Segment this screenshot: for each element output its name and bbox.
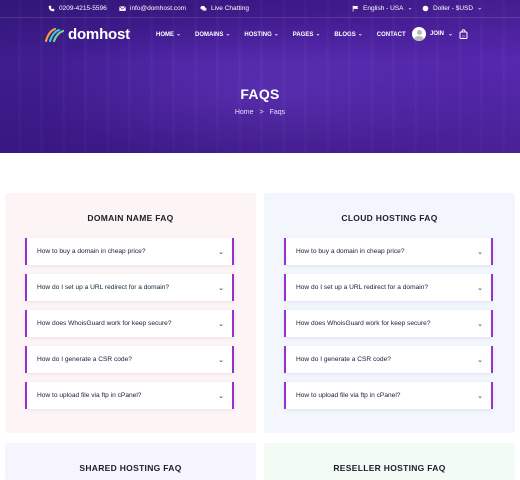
- chevron-down-icon: ⌄: [448, 31, 454, 37]
- avatar: [412, 27, 426, 41]
- top-bar: 0209-4215-5596 info@domhost.com Live Cha…: [0, 0, 520, 18]
- faq-question[interactable]: How do I set up a URL redirect for a dom…: [284, 274, 493, 301]
- email-link[interactable]: info@domhost.com: [119, 5, 186, 12]
- faq-question[interactable]: How does WhoisGuard work for keep secure…: [284, 310, 493, 337]
- currency-label: Doller - $USD: [433, 5, 474, 12]
- envelope-icon: [119, 6, 126, 11]
- flag-icon: [352, 5, 359, 12]
- currency-icon: [422, 5, 429, 12]
- chevron-down-icon: ⌄: [407, 5, 413, 12]
- faq-section-shared-hosting: SHARED HOSTING FAQ: [5, 443, 256, 480]
- section-title: SHARED HOSTING FAQ: [79, 463, 182, 473]
- faq-section-reseller-hosting: RESELLER HOSTING FAQ: [264, 443, 515, 480]
- chevron-down-icon: ⌄: [218, 248, 224, 256]
- live-chat-label: Live Chatting: [211, 5, 249, 12]
- chevron-down-icon: ⌄: [218, 392, 224, 400]
- join-menu[interactable]: JOIN ⌄: [412, 27, 453, 41]
- chevron-down-icon: ⌄: [273, 31, 279, 38]
- nav-menu: HOME ⌄ DOMAINS ⌄ HOSTING ⌄ PAGES ⌄ BLOGS ⌄ CO…: [156, 31, 420, 38]
- faq-question[interactable]: How do I generate a CSR code? ⌄: [284, 346, 493, 373]
- faq-question[interactable]: How does WhoisGuard work for keep secure…: [25, 310, 234, 337]
- nav-item-hosting[interactable]: HOSTING ⌄: [244, 31, 278, 38]
- chevron-down-icon: ⌄: [176, 31, 182, 38]
- chevron-down-icon: ⌄: [477, 320, 483, 328]
- language-label: English - USA: [363, 5, 404, 12]
- chevron-down-icon: ⌄: [315, 31, 321, 38]
- brand-logo[interactable]: domhost: [44, 26, 130, 43]
- faq-question[interactable]: How to buy a domain in cheap price? ⌄: [284, 238, 493, 265]
- page-title: FAQS: [240, 86, 280, 102]
- nav-item-domains[interactable]: DOMAINS ⌄: [195, 31, 230, 38]
- section-title: DOMAIN NAME FAQ: [87, 213, 174, 223]
- email-address: info@domhost.com: [130, 5, 187, 12]
- chevron-down-icon: ⌄: [477, 248, 483, 256]
- logo-icon: [44, 27, 64, 42]
- language-selector[interactable]: English - USA ⌄: [352, 5, 413, 12]
- chevron-down-icon: ⌄: [477, 5, 483, 12]
- currency-selector[interactable]: Doller - $USD ⌄: [422, 5, 482, 12]
- section-title: CLOUD HOSTING FAQ: [341, 213, 438, 223]
- chat-icon: [200, 5, 207, 11]
- join-label: JOIN: [430, 31, 445, 37]
- breadcrumb-home[interactable]: Home: [235, 109, 254, 116]
- faq-section-domain: DOMAIN NAME FAQ How to buy a domain in c…: [5, 193, 256, 433]
- nav-item-blogs[interactable]: BLOGS ⌄: [334, 31, 362, 38]
- chevron-down-icon: ⌄: [218, 284, 224, 292]
- phone-link[interactable]: 0209-4215-5596: [48, 5, 107, 12]
- chevron-down-icon: ⌄: [477, 356, 483, 364]
- breadcrumb-current: Faqs: [269, 109, 286, 116]
- chevron-down-icon: ⌄: [218, 356, 224, 364]
- chevron-down-icon: ⌄: [225, 31, 231, 38]
- phone-icon: [48, 5, 55, 12]
- faq-question[interactable]: How to buy a domain in cheap price? ⌄: [25, 238, 234, 265]
- svg-text:0: 0: [462, 33, 465, 38]
- faq-section-cloud-hosting: CLOUD HOSTING FAQ How to buy a domain in…: [264, 193, 515, 433]
- chevron-down-icon: ⌄: [477, 284, 483, 292]
- hero-banner: 0209-4215-5596 info@domhost.com Live Cha…: [0, 0, 520, 153]
- nav-item-contact[interactable]: CONTACT: [377, 31, 406, 38]
- chevron-down-icon: ⌄: [357, 31, 363, 38]
- nav-item-pages[interactable]: PAGES ⌄: [293, 31, 321, 38]
- live-chat-link[interactable]: Live Chatting: [200, 5, 249, 12]
- brand-name: domhost: [68, 26, 130, 43]
- section-title: RESELLER HOSTING FAQ: [333, 463, 446, 473]
- faq-question[interactable]: How to upload file via ftp in cPanel? ⌄: [284, 382, 493, 409]
- breadcrumb: Home > Faqs: [0, 109, 520, 116]
- breadcrumb-separator: >: [259, 109, 264, 116]
- main-nav: domhost HOME ⌄ DOMAINS ⌄ HOSTING ⌄ PAGES ⌄ B…: [0, 18, 520, 54]
- faq-question[interactable]: How do I set up a URL redirect for a dom…: [25, 274, 234, 301]
- chevron-down-icon: ⌄: [218, 320, 224, 328]
- faq-question[interactable]: How do I generate a CSR code? ⌄: [25, 346, 234, 373]
- cart-icon[interactable]: 0: [459, 29, 468, 39]
- nav-item-home[interactable]: HOME ⌄: [156, 31, 181, 38]
- faq-question[interactable]: How to upload file via ftp in cPanel? ⌄: [25, 382, 234, 409]
- phone-number: 0209-4215-5596: [59, 5, 107, 12]
- chevron-down-icon: ⌄: [477, 392, 483, 400]
